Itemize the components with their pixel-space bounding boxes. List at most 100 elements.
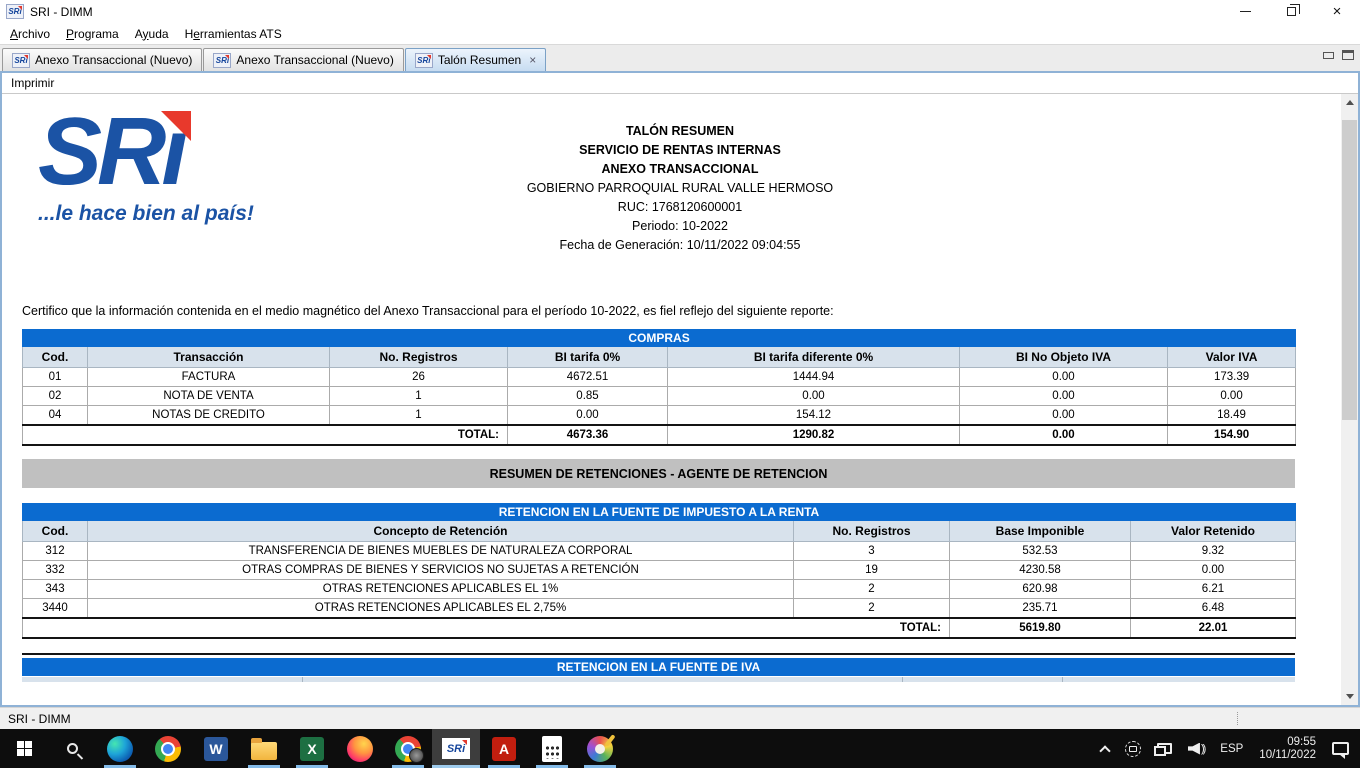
clock-date: 10/11/2022 [1259,748,1316,761]
scroll-up-button[interactable] [1341,94,1358,111]
tray-volume-button[interactable]: )) [1181,729,1211,768]
menu-archivo[interactable]: Archivo [4,25,60,43]
taskbar-clock[interactable]: 09:55 10/11/2022 [1252,729,1323,768]
taskbar-word-button[interactable]: W [192,729,240,768]
taskbar-chrome-profile-button[interactable] [384,729,432,768]
table-row: 02 NOTA DE VENTA 1 0.85 0.00 0.00 0.00 [22,386,1297,406]
sri-tab-icon: SRi [12,52,30,68]
cell: 6.21 [1130,579,1296,599]
iva-band: RETENCION EN LA FUENTE DE IVA [22,658,1295,676]
taskbar-acrobat-button[interactable]: A [480,729,528,768]
chrome-icon [155,735,181,762]
tab-label: Anexo Transaccional (Nuevo) [35,53,193,67]
column-header: Concepto de Retención [87,520,794,542]
table-row: 312 TRANSFERENCIA DE BIENES MUEBLES DE N… [22,541,1296,561]
cell: 2 [793,598,950,619]
taskbar-search-button[interactable] [48,729,96,768]
cell: 4230.58 [949,560,1131,580]
search-icon [66,743,78,754]
cell: 3440 [22,598,88,619]
sri-logo-text: SRı [38,104,192,200]
total-value: 5619.80 [949,617,1131,639]
restore-button[interactable] [1268,0,1314,23]
cell: 0.00 [959,405,1168,426]
tray-overflow-button[interactable] [1094,729,1116,768]
status-bar: SRI - DIMM [0,707,1360,729]
camera-icon [1124,740,1141,757]
status-text: SRI - DIMM [8,711,71,726]
menu-programa[interactable]: Programa [60,25,129,43]
tab-bar: SRi Anexo Transaccional (Nuevo) SRi Anex… [0,44,1360,71]
cell: 9.32 [1130,541,1296,561]
column-header: BI No Objeto IVA [959,346,1168,368]
column-header: Cod. [22,346,88,368]
windows-logo-icon [16,741,32,756]
table-row: 04 NOTAS DE CREDITO 1 0.00 154.12 0.00 1… [22,405,1297,426]
taskbar-paint-button[interactable] [576,729,624,768]
taskbar-sri-dimm-button[interactable]: SRi [432,729,480,768]
compras-header-row: Cod. Transacción No. Registros BI tarifa… [22,346,1297,368]
start-button[interactable] [0,729,48,768]
scroll-down-button[interactable] [1341,688,1358,705]
status-bar-separator [1237,712,1238,725]
cell: NOTAS DE CREDITO [87,405,330,426]
action-center-button[interactable] [1325,729,1356,768]
imprimir-menu-item[interactable]: Imprimir [11,76,54,90]
retencion-renta-table: RETENCION EN LA FUENTE DE IMPUESTO A LA … [22,503,1296,639]
network-icon [1153,743,1172,756]
sri-logo-tagline: ...le hace bien al país! [38,202,254,225]
title-bar: SRi SRI - DIMM × [0,0,1360,23]
table-row: 343 OTRAS RETENCIONES APLICABLES EL 1% 2… [22,579,1296,599]
cell: OTRAS RETENCIONES APLICABLES EL 1% [87,579,794,599]
window-controls: × [1222,0,1360,23]
profile-badge-icon [409,748,424,763]
cell: 1 [329,386,508,406]
cell: 332 [22,560,88,580]
tray-capture-button[interactable] [1118,729,1148,768]
minimize-button[interactable] [1222,0,1268,23]
cell: 0.00 [507,405,668,426]
total-value: 22.01 [1130,617,1296,639]
view-minimize-button[interactable] [1323,52,1334,59]
taskbar-explorer-button[interactable] [240,729,288,768]
scrollbar-thumb[interactable] [1342,120,1357,420]
cell: TRANSFERENCIA DE BIENES MUEBLES DE NATUR… [87,541,794,561]
tab-close-icon[interactable]: × [529,54,536,66]
cell: 04 [22,405,88,426]
cell: 0.85 [507,386,668,406]
column-header: BI tarifa 0% [507,346,668,368]
taskbar-excel-button[interactable]: X [288,729,336,768]
cell: OTRAS COMPRAS DE BIENES Y SERVICIOS NO S… [87,560,794,580]
menu-herramientas-ats[interactable]: Herramientas ATS [179,25,292,43]
view-maximize-button[interactable] [1342,50,1354,60]
tray-network-button[interactable] [1150,729,1179,768]
language-indicator[interactable]: ESP [1213,729,1250,768]
taskbar-chrome-button[interactable] [144,729,192,768]
close-button[interactable]: × [1314,0,1360,23]
chevron-up-icon [1099,744,1111,757]
cell: 19 [793,560,950,580]
system-tray: )) ESP 09:55 10/11/2022 [1094,729,1360,768]
excel-icon: X [300,736,324,761]
sri-logo: SRı ...le hace bien al país! [38,104,268,226]
total-value: 4673.36 [507,424,668,446]
menu-bar: Archivo Programa Ayuda Herramientas ATS [0,23,1360,44]
menu-ayuda[interactable]: Ayuda [129,25,179,43]
taskbar-firefox-button[interactable] [336,729,384,768]
tab-talon-resumen[interactable]: SRi Talón Resumen × [404,48,547,71]
cell: 01 [22,367,88,387]
app-window: SRi SRI - DIMM × Archivo Programa Ayuda … [0,0,1360,768]
cell: 0.00 [1130,560,1296,580]
firefox-icon [347,735,373,762]
report-toolbar: Imprimir [2,73,1358,94]
cell: 18.49 [1166,405,1297,426]
vertical-scrollbar[interactable] [1341,94,1358,705]
edge-icon [107,735,133,762]
column-header: Base Imponible [949,520,1131,542]
cell: 1 [329,405,508,426]
taskbar-calculator-button[interactable] [528,729,576,768]
tab-anexo-transaccional-2[interactable]: SRi Anexo Transaccional (Nuevo) [203,48,404,71]
tab-anexo-transaccional-1[interactable]: SRi Anexo Transaccional (Nuevo) [2,48,203,71]
taskbar-edge-button[interactable] [96,729,144,768]
scroll-up-icon [1345,100,1354,105]
